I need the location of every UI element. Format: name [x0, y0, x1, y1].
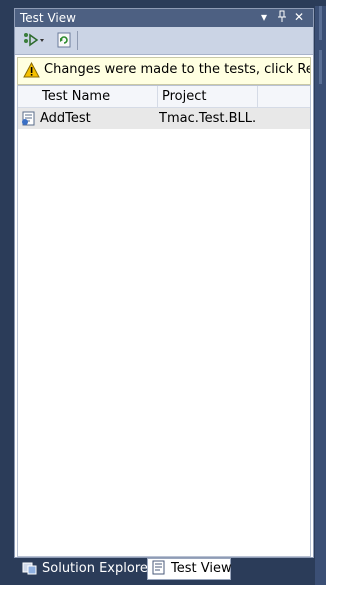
- table-row[interactable]: AddTest Tmac.Test.BLL.Te: [18, 108, 310, 129]
- column-header-test-name[interactable]: Test Name: [42, 89, 110, 104]
- test-name-cell: AddTest: [40, 111, 91, 126]
- panel-titlebar: Test View ▾ ✕: [15, 9, 313, 27]
- refresh-icon[interactable]: [57, 32, 73, 48]
- right-dock-strip: [315, 6, 326, 585]
- panel-title: Test View: [20, 11, 76, 25]
- pin-icon[interactable]: [277, 10, 287, 25]
- dock-tab[interactable]: [319, 50, 322, 84]
- tab-test-view[interactable]: Test View: [147, 558, 232, 580]
- column-header-project[interactable]: Project: [162, 89, 206, 104]
- grid-header: Test Name Project: [18, 86, 310, 108]
- test-view-panel: Test View ▾ ✕ Changes were made to the t…: [14, 8, 314, 558]
- toolbar-separator: [77, 31, 78, 50]
- tests-grid: Test Name Project AddTest Tmac.Test.BLL.…: [17, 85, 311, 557]
- column-separator[interactable]: [157, 86, 158, 107]
- tab-solution-explorer[interactable]: Solution Explorer: [20, 559, 153, 580]
- tab-label: Test View: [171, 561, 232, 576]
- column-separator[interactable]: [257, 86, 258, 107]
- run-tests-icon[interactable]: [23, 32, 45, 48]
- panel-toolbar: [15, 27, 313, 55]
- solution-explorer-icon: [22, 560, 38, 580]
- dock-tab[interactable]: [319, 6, 322, 40]
- window-position-dropdown-icon[interactable]: ▾: [261, 10, 267, 24]
- close-icon[interactable]: ✕: [294, 10, 304, 24]
- test-file-icon: [21, 111, 37, 130]
- bottom-tabs: Solution Explorer Test View: [14, 557, 312, 582]
- project-cell: Tmac.Test.BLL.Te: [159, 111, 255, 126]
- warning-message: Changes were made to the tests, click Re…: [44, 62, 311, 77]
- warning-icon: [23, 61, 40, 82]
- warning-bar[interactable]: Changes were made to the tests, click Re…: [17, 57, 311, 85]
- test-view-icon: [152, 560, 166, 580]
- tab-label: Solution Explorer: [42, 561, 154, 576]
